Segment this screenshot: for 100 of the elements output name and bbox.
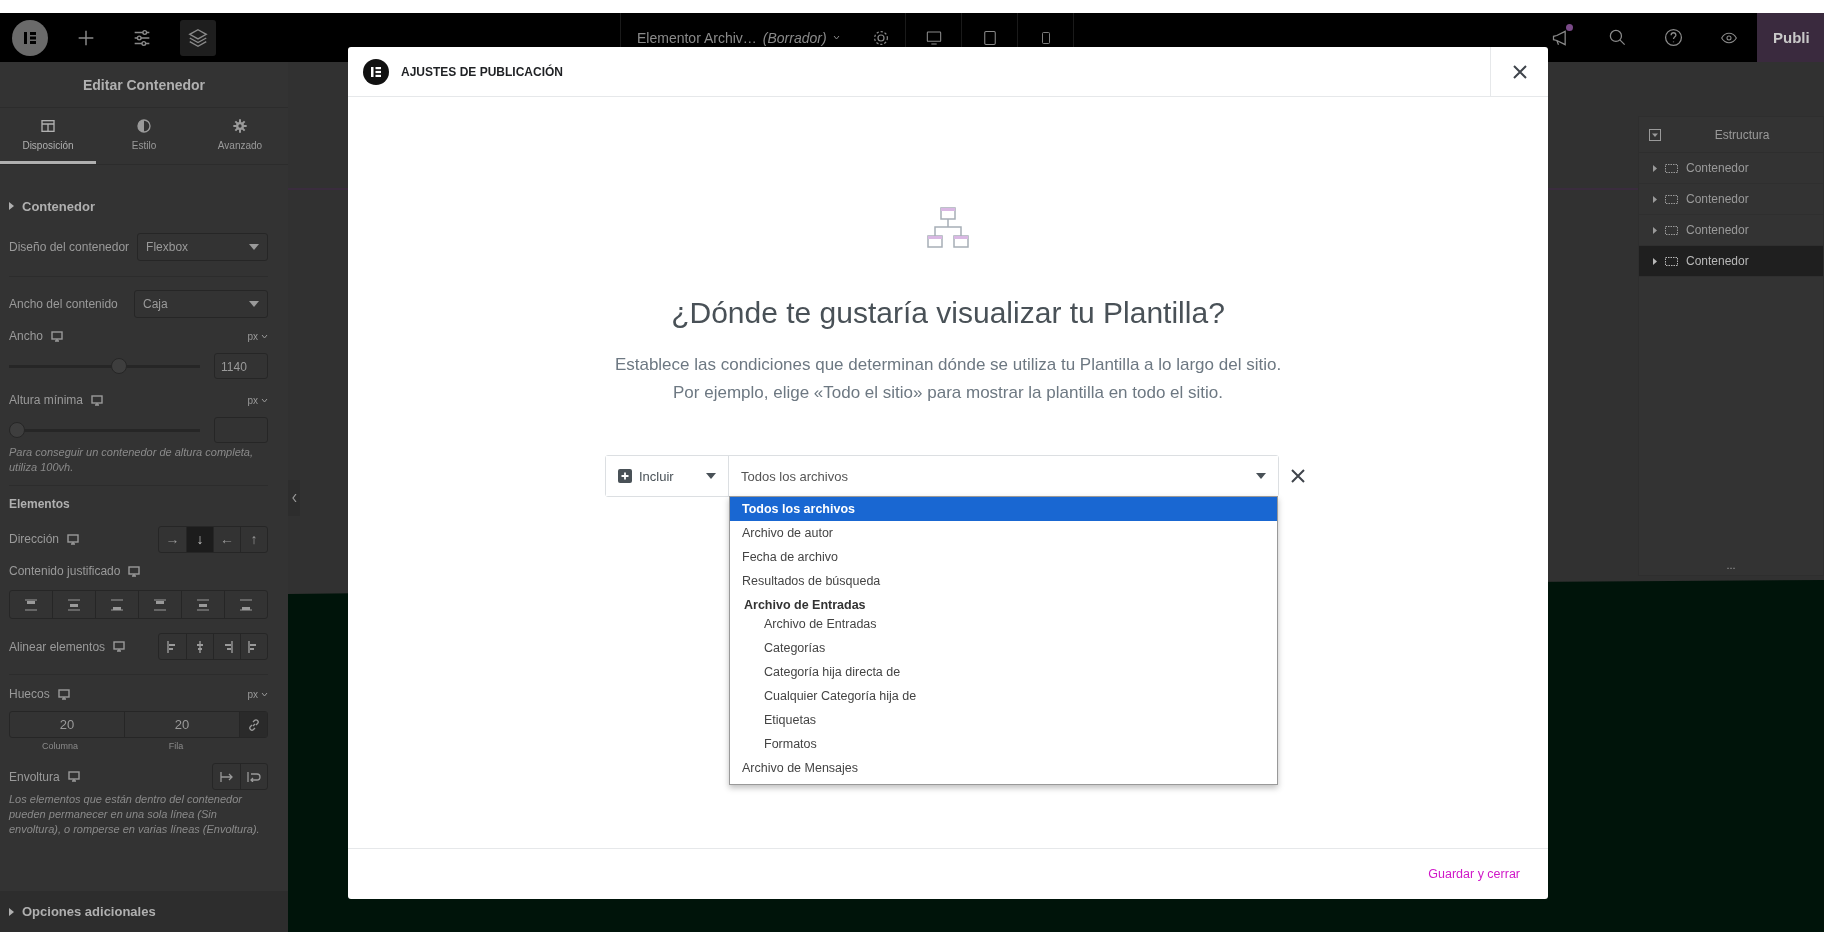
field-label: Alinear elementos xyxy=(9,639,106,654)
hint-text: Para conseguir un contenedor de altura completa, utiliza 100vh. xyxy=(9,445,254,475)
dropdown-option[interactable]: Fecha de archivo xyxy=(730,545,1277,569)
dropdown-option[interactable]: Categoría hija directa de xyxy=(730,660,1277,684)
description-text: Por ejemplo, elige «Todo el sitio» para mostrar la plantilla en todo el sitio. xyxy=(672,382,1224,404)
dropdown-option[interactable]: Resultados de búsqueda xyxy=(730,569,1277,593)
chevron-left-icon xyxy=(291,494,297,502)
width-select[interactable]: Caja xyxy=(134,290,268,318)
container-icon xyxy=(1665,163,1678,173)
direction-button[interactable]: → xyxy=(159,526,186,552)
description-text: Establece las condiciones que determinan dónde se utiliza tu Plantilla a lo largo del sitio. xyxy=(614,354,1282,376)
contrast-icon xyxy=(136,118,152,134)
caret-icon xyxy=(706,473,716,479)
monitor-icon xyxy=(67,771,80,782)
dropdown-option[interactable]: Categorías xyxy=(730,636,1277,660)
structure-item[interactable]: Contenedor xyxy=(1639,184,1823,215)
resize-handle[interactable]: ... xyxy=(1639,559,1823,575)
caret-icon xyxy=(249,301,259,307)
slider-thumb[interactable] xyxy=(9,422,25,438)
number-field[interactable]: 20 xyxy=(10,712,125,737)
monitor-icon xyxy=(128,565,141,577)
link-button[interactable] xyxy=(240,712,267,737)
caret-right-icon xyxy=(9,202,14,210)
field-label: Envoltura xyxy=(9,769,60,784)
remove-button[interactable] xyxy=(1291,469,1305,483)
gear-icon xyxy=(232,118,248,134)
align-center-icon xyxy=(194,640,206,653)
settings-icon xyxy=(871,28,890,47)
structure-item[interactable]: Contenedor xyxy=(1639,246,1823,277)
collapse-box-icon xyxy=(1649,128,1661,141)
section-label: Elementos xyxy=(9,496,71,513)
include-select[interactable]: Incluir xyxy=(606,456,729,496)
monitor-icon xyxy=(113,641,126,652)
field-caption: Fila xyxy=(167,741,185,751)
dropdown-option[interactable]: Formatos xyxy=(730,732,1277,756)
dropdown-option[interactable]: Archivo de autor xyxy=(730,521,1277,545)
number-field[interactable]: 1140 xyxy=(214,353,268,379)
caret-right-icon xyxy=(1653,226,1657,234)
logo-icon xyxy=(370,65,382,78)
link-icon xyxy=(247,718,260,731)
direction-button[interactable]: ↓ xyxy=(186,526,213,552)
dropdown-option[interactable]: Todos los archivos xyxy=(730,497,1277,521)
dropdown-option[interactable]: Etiquetas xyxy=(730,708,1277,732)
direction-button[interactable]: ↑ xyxy=(240,526,267,552)
panel-tab[interactable]: Estilo xyxy=(96,108,192,164)
monitor-icon xyxy=(91,394,104,406)
field-caption: Columna xyxy=(41,741,79,751)
unit-select[interactable]: px xyxy=(247,394,268,406)
justify-evenly-icon xyxy=(239,598,253,611)
toolbar-button[interactable] xyxy=(180,19,216,56)
layout-select[interactable]: Flexbox xyxy=(137,233,268,261)
elementor-logo[interactable] xyxy=(12,19,48,56)
dropdown-option[interactable]: Cualquier Categoría hija de xyxy=(730,684,1277,708)
collapse-button[interactable] xyxy=(288,480,300,516)
dropdown-option[interactable]: Archivo de Entradas xyxy=(730,612,1277,636)
section-header[interactable]: Contenedor xyxy=(9,180,268,232)
justify-start-icon xyxy=(24,598,38,611)
help-icon xyxy=(1663,28,1683,47)
justify-center-icon xyxy=(67,598,81,611)
wrap-arrow-icon xyxy=(247,771,261,782)
chevron-down-icon xyxy=(261,333,268,339)
panel-title: Estructura xyxy=(1713,127,1771,142)
structure-item[interactable]: Contenedor xyxy=(1639,153,1823,184)
save-button[interactable]: Guardar y cerrar xyxy=(1428,863,1520,885)
panel-tab[interactable]: Avanzado xyxy=(192,108,288,164)
logo-icon xyxy=(22,29,38,46)
arrow-right-bar-icon xyxy=(219,771,234,782)
section-header[interactable]: Opciones adicionales xyxy=(0,891,288,932)
chevron-down-icon xyxy=(832,35,840,40)
unit-select[interactable]: px xyxy=(247,330,268,342)
container-icon xyxy=(1665,194,1678,204)
close-icon xyxy=(1291,469,1305,483)
slider-thumb[interactable] xyxy=(110,358,127,374)
chevron-down-icon xyxy=(261,691,268,697)
field-label: Ancho xyxy=(9,329,44,343)
field-label: Ancho del contenido xyxy=(9,297,118,311)
layers-icon xyxy=(187,26,209,49)
unit-select[interactable]: px xyxy=(247,688,268,700)
desktop-icon xyxy=(924,29,943,46)
direction-button[interactable]: ← xyxy=(213,526,240,552)
monitor-icon xyxy=(57,688,70,700)
container-icon xyxy=(1665,225,1678,235)
field-label: Diseño del contenedor xyxy=(9,240,130,254)
justify-between-icon xyxy=(153,598,167,611)
caret-icon xyxy=(249,244,259,250)
monitor-icon xyxy=(67,533,79,545)
chevron-down-icon xyxy=(261,397,268,403)
plus-square-icon xyxy=(618,469,632,483)
panel-tab[interactable]: Disposición xyxy=(0,108,96,164)
field-label: Dirección xyxy=(9,532,59,546)
caret-icon xyxy=(1256,473,1266,479)
field-label: Contenido justificado xyxy=(9,564,121,578)
container-icon xyxy=(1665,256,1678,266)
search-icon xyxy=(1607,28,1627,47)
justify-around-icon xyxy=(196,598,210,611)
publish-button[interactable]: Publi xyxy=(1757,13,1824,62)
justify-end-icon xyxy=(110,598,124,611)
monitor-icon xyxy=(51,330,64,342)
columns-icon xyxy=(40,118,56,134)
dropdown-option[interactable]: Archivo de Mensajes xyxy=(730,756,1277,780)
